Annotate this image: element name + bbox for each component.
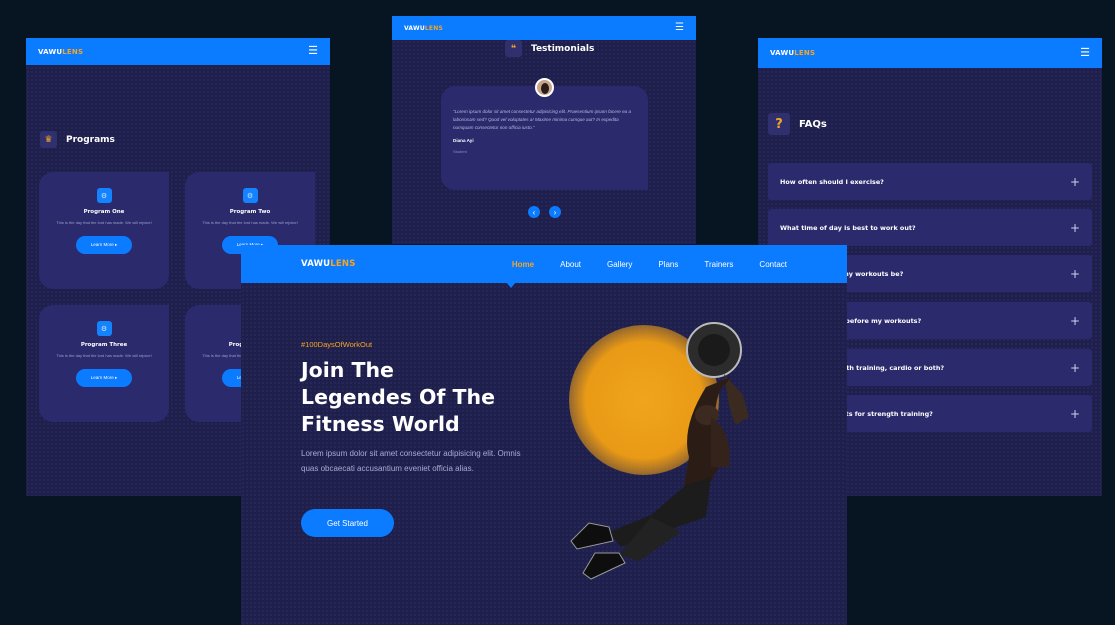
navbar: VAWULENS ☰ xyxy=(26,38,330,65)
athlete-image xyxy=(570,322,749,580)
faq-item[interactable]: What time of day is best to work out? + xyxy=(768,209,1092,246)
gear-icon: ⚙ xyxy=(242,188,258,203)
nav-contact[interactable]: Contact xyxy=(759,260,787,269)
hero-heading: Join The Legendes Of The Fitness World xyxy=(301,358,496,436)
program-card: ⚙ Program Three This is the day that the… xyxy=(39,305,169,422)
chevron-right-icon[interactable]: › xyxy=(549,206,561,218)
plus-icon: + xyxy=(1069,406,1080,421)
testimonial-quote: "Lorem ipsum dolor sit amet consectetur … xyxy=(453,109,632,131)
gear-icon: ⚙ xyxy=(96,188,112,203)
gear-icon: ⚙ xyxy=(96,321,112,336)
learn-more-button[interactable]: Learn More ▸ xyxy=(76,369,132,387)
testimonial-card: "Lorem ipsum dolor sit amet consectetur … xyxy=(441,86,648,190)
navbar: VAWULENS ☰ xyxy=(758,38,1102,68)
active-nav-indicator xyxy=(506,282,516,288)
quote-icon: ❝ xyxy=(505,40,522,57)
program-card: ⚙ Program One This is the day that the l… xyxy=(39,172,169,289)
plus-icon: + xyxy=(1069,313,1080,328)
hero-tag: #100DaysOfWorkOut xyxy=(301,340,373,349)
hero-window: VAWULENS Home About Gallery Plans Traine… xyxy=(241,245,847,625)
section-title: ♛ Programs xyxy=(40,131,115,148)
testimonial-role: Student xyxy=(453,149,467,155)
main-nav: Home About Gallery Plans Trainers Contac… xyxy=(512,260,787,269)
nav-about[interactable]: About xyxy=(560,260,581,269)
plus-icon: + xyxy=(1069,266,1080,281)
brand-logo[interactable]: VAWULENS xyxy=(301,259,356,269)
section-title: ? FAQs xyxy=(768,113,827,135)
brand-logo[interactable]: VAWULENS xyxy=(770,49,815,57)
plus-icon: + xyxy=(1069,360,1080,375)
nav-gallery[interactable]: Gallery xyxy=(607,260,632,269)
navbar: VAWULENS ☰ xyxy=(392,16,696,40)
question-icon: ? xyxy=(768,113,790,135)
plus-icon: + xyxy=(1069,220,1080,235)
menu-icon[interactable]: ☰ xyxy=(1080,47,1090,59)
hero-lead: Lorem ipsum dolor sit amet consectetur a… xyxy=(301,449,521,473)
brand-logo[interactable]: VAWULENS xyxy=(38,48,83,56)
brand-logo[interactable]: VAWULENS xyxy=(404,25,443,32)
get-started-button[interactable]: Get Started xyxy=(301,509,394,537)
chevron-left-icon[interactable]: ‹ xyxy=(528,206,540,218)
testimonial-name: Diana Ayi xyxy=(453,138,474,144)
learn-more-button[interactable]: Learn More ▸ xyxy=(76,236,132,254)
nav-trainers[interactable]: Trainers xyxy=(704,260,733,269)
nav-home[interactable]: Home xyxy=(512,260,534,269)
navbar: VAWULENS Home About Gallery Plans Traine… xyxy=(241,245,847,283)
crown-icon: ♛ xyxy=(40,131,57,148)
menu-icon[interactable]: ☰ xyxy=(308,46,318,57)
plus-icon: + xyxy=(1069,174,1080,189)
section-title: ❝ Testimonials xyxy=(505,40,594,57)
testimonials-window: VAWULENS ☰ ❝ Testimonials "Lorem ipsum d… xyxy=(392,16,696,244)
faq-item[interactable]: How often should I exercise? + xyxy=(768,163,1092,200)
nav-plans[interactable]: Plans xyxy=(658,260,678,269)
menu-icon[interactable]: ☰ xyxy=(675,23,684,33)
avatar xyxy=(535,78,554,97)
